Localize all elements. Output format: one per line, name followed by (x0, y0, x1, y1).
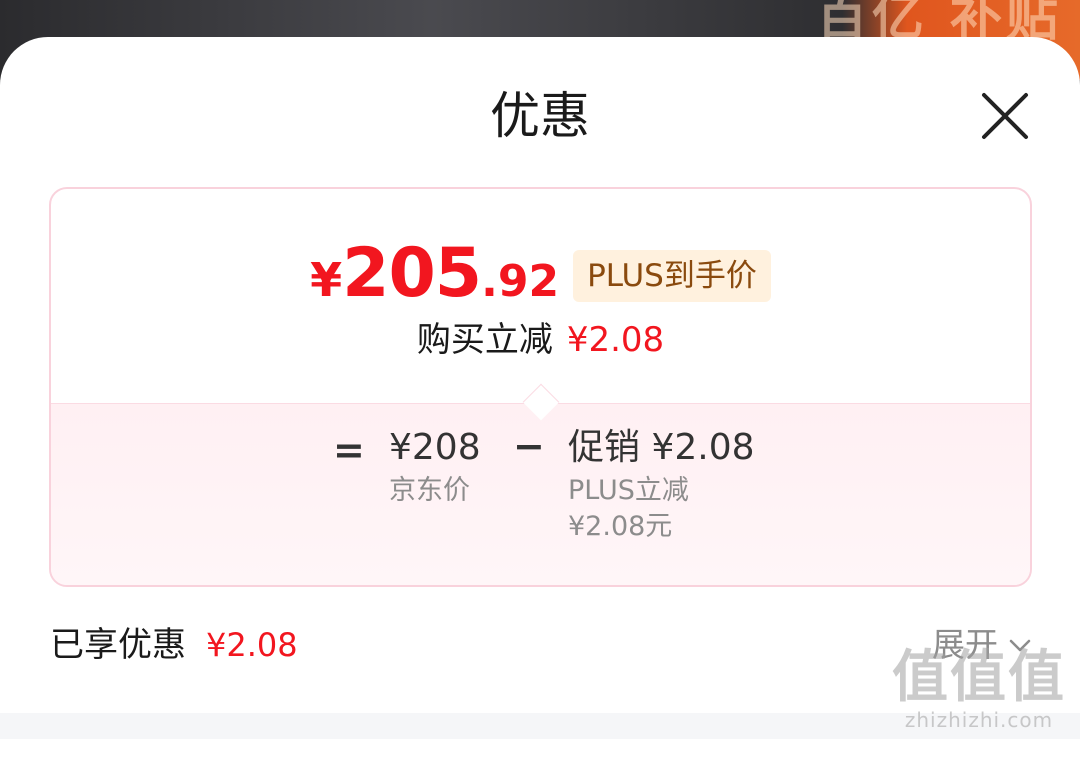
final-price-row: ¥205.92 PLUS到手价 (51, 239, 1030, 326)
promo-value: 促销 ¥2.08 (568, 427, 755, 468)
promo-detail-line2: ¥2.08元 (568, 511, 673, 542)
base-price-value: ¥208 (389, 427, 481, 468)
price-decimal: .92 (481, 256, 560, 307)
price-card: ¥205.92 PLUS到手价 购买立减 ¥2.08 = ¥208 京东价 − … (49, 187, 1032, 587)
base-price-column: ¥208 京东价 (389, 423, 481, 509)
base-price-label: 京东价 (389, 475, 470, 506)
promo-detail-line1: PLUS立减 (568, 475, 689, 506)
watermark: 值值值 zhizhizhi.com (892, 645, 1066, 733)
minus-sign: − (513, 424, 545, 468)
price-currency: ¥ (310, 253, 343, 307)
close-icon (982, 93, 1028, 139)
promo-column: 促销 ¥2.08 PLUS立减 ¥2.08元 (568, 423, 755, 545)
plus-price-badge: PLUS到手价 (573, 250, 771, 302)
equals-sign: = (333, 428, 365, 472)
sheet-title: 优惠 (490, 87, 590, 145)
close-button[interactable] (972, 83, 1038, 149)
enjoyed-discount-value: ¥2.08 (206, 626, 298, 664)
instant-discount-value: ¥2.08 (566, 320, 665, 360)
enjoyed-discount-label: 已享优惠 (50, 625, 186, 665)
watermark-site: zhizhizhi.com (904, 708, 1054, 732)
watermark-main: 值值值 (892, 645, 1066, 710)
enjoyed-discount-row: 已享优惠 ¥2.08 展开 (50, 620, 1032, 670)
instant-discount-row: 购买立减 ¥2.08 (51, 317, 1030, 363)
final-price: ¥205.92 (310, 239, 559, 326)
price-integer: 205 (342, 234, 482, 313)
instant-discount-label: 购买立减 (416, 320, 553, 360)
